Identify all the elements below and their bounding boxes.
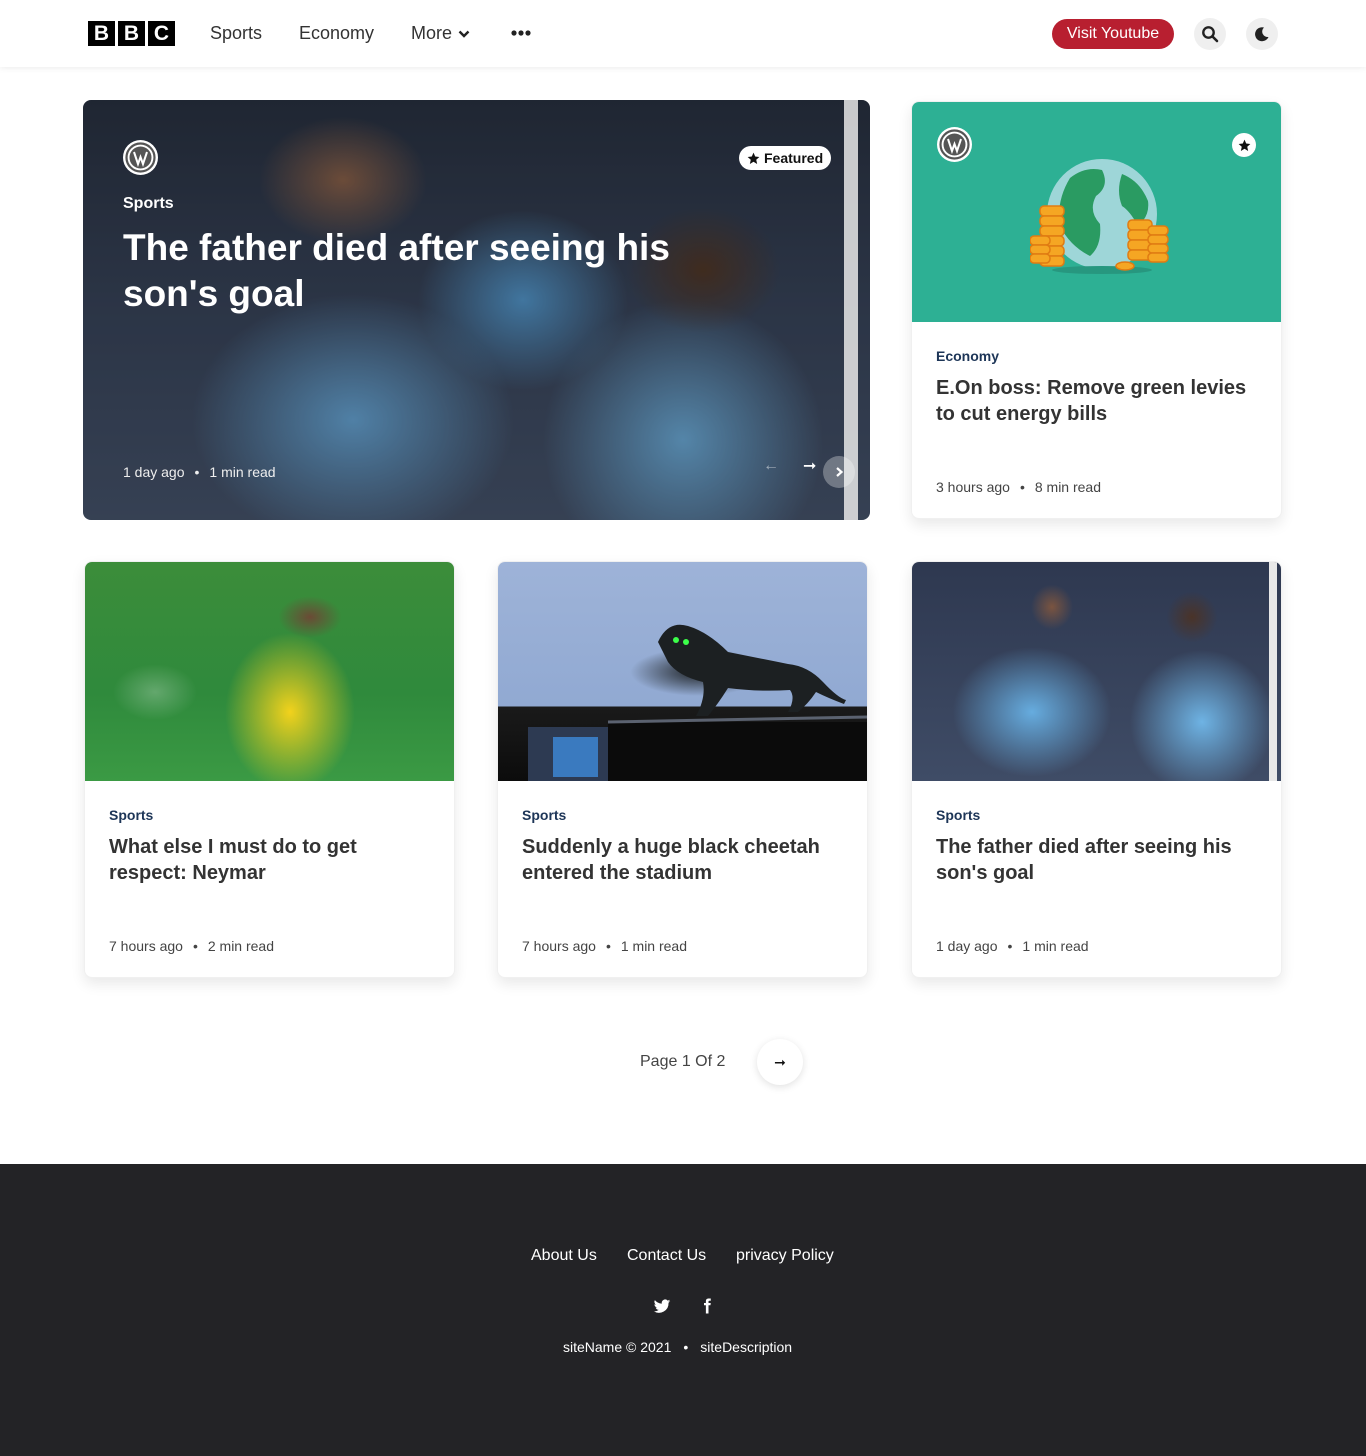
search-button[interactable] (1194, 18, 1226, 50)
chevron-right-icon[interactable] (823, 456, 855, 488)
goalpost (1269, 562, 1277, 781)
slider-next-arrow[interactable]: ➞ (803, 456, 816, 476)
pagination-label: Page 1 Of 2 (640, 1053, 726, 1070)
card-title[interactable]: Suddenly a huge black cheetah entered th… (522, 834, 842, 886)
logo-letter: B (88, 21, 115, 46)
meta-separator: • (1007, 938, 1013, 954)
twitter-icon[interactable] (653, 1297, 671, 1315)
logo-letter: C (148, 21, 175, 46)
hero-meta: 1 day ago • 1 min read (123, 464, 276, 480)
next-page-button[interactable]: ➞ (757, 1039, 803, 1085)
moon-icon (1255, 27, 1269, 42)
card-title[interactable]: The father died after seeing his son's g… (936, 834, 1256, 886)
hero-title[interactable]: The father died after seeing his son's g… (123, 225, 723, 317)
nav-sports[interactable]: Sports (210, 23, 262, 44)
stadium-roof (528, 715, 867, 781)
hero-time: 1 day ago (123, 464, 185, 480)
card-title[interactable]: E.On boss: Remove green levies to cut en… (936, 375, 1256, 427)
card-category[interactable]: Sports (936, 807, 980, 823)
wordpress-icon (937, 127, 972, 162)
article-card[interactable]: Sports Suddenly a huge black cheetah ent… (497, 561, 868, 978)
more-dots-icon[interactable] (510, 24, 532, 42)
meta-separator: • (194, 464, 200, 480)
featured-article[interactable]: Featured Sports The father died after se… (83, 100, 870, 520)
card-meta: 1 day ago • 1 min read (936, 938, 1089, 954)
card-meta: 7 hours ago • 1 min read (522, 938, 687, 954)
card-category[interactable]: Sports (109, 807, 153, 823)
card-category[interactable]: Sports (522, 807, 566, 823)
nav-more[interactable]: More (411, 23, 470, 44)
globe-coins-illustration (1030, 159, 1169, 274)
card-category[interactable]: Economy (936, 348, 999, 364)
card-time: 3 hours ago (936, 479, 1010, 495)
card-meta: 7 hours ago • 2 min read (109, 938, 274, 954)
hero-category[interactable]: Sports (123, 195, 174, 213)
card-time: 7 hours ago (522, 938, 596, 954)
neymar-thumbnail[interactable] (85, 562, 454, 781)
footer-about-link[interactable]: About Us (531, 1247, 597, 1265)
star-icon (747, 152, 760, 164)
father-goal-thumbnail[interactable] (912, 562, 1281, 781)
cheetah-thumbnail[interactable] (498, 562, 867, 781)
chevron-down-icon (458, 30, 470, 38)
article-card[interactable]: Economy E.On boss: Remove green levies t… (911, 101, 1282, 519)
dark-mode-toggle[interactable] (1246, 18, 1278, 50)
nav-more-label: More (411, 23, 453, 43)
wordpress-icon (123, 140, 158, 175)
footer-copyright: siteName © 2021 • siteDescription (563, 1339, 792, 1355)
card-read-time: 1 min read (620, 938, 688, 954)
meta-separator: • (683, 1339, 689, 1355)
site-footer: About Us Contact Us privacy Policy siteN… (0, 1164, 1366, 1456)
hero-read-time: 1 min read (209, 464, 276, 480)
logo-letter: B (118, 21, 145, 46)
card-time: 1 day ago (936, 938, 998, 954)
article-card[interactable]: Sports What else I must do to get respec… (84, 561, 455, 978)
search-icon (1202, 26, 1219, 43)
bbc-logo[interactable]: B B C (88, 21, 175, 46)
slider-arrows: ← ➞ (763, 456, 816, 476)
facebook-icon[interactable] (698, 1297, 716, 1315)
featured-badge: Featured (739, 146, 832, 170)
economy-thumbnail[interactable] (912, 102, 1281, 322)
site-description: siteDescription (700, 1339, 793, 1355)
card-read-time: 8 min read (1034, 479, 1102, 495)
card-read-time: 2 min read (207, 938, 275, 954)
card-title[interactable]: What else I must do to get respect: Neym… (109, 834, 429, 886)
article-card[interactable]: Sports The father died after seeing his … (911, 561, 1282, 978)
footer-contact-link[interactable]: Contact Us (627, 1247, 706, 1265)
visit-youtube-button[interactable]: Visit Youtube (1052, 19, 1174, 49)
card-meta: 3 hours ago • 8 min read (936, 479, 1101, 495)
meta-separator: • (1019, 479, 1025, 495)
featured-label: Featured (764, 150, 824, 166)
nav-economy[interactable]: Economy (299, 23, 374, 44)
meta-separator: • (605, 938, 611, 954)
card-time: 7 hours ago (109, 938, 183, 954)
meta-separator: • (192, 938, 198, 954)
star-icon[interactable] (1232, 133, 1256, 157)
card-read-time: 1 min read (1022, 938, 1089, 954)
site-header: B B C Sports Economy More Visit Youtube (0, 0, 1366, 67)
footer-privacy-link[interactable]: privacy Policy (736, 1247, 834, 1265)
slider-prev-arrow[interactable]: ← (763, 457, 779, 475)
copyright-text: siteName © 2021 (563, 1339, 672, 1355)
